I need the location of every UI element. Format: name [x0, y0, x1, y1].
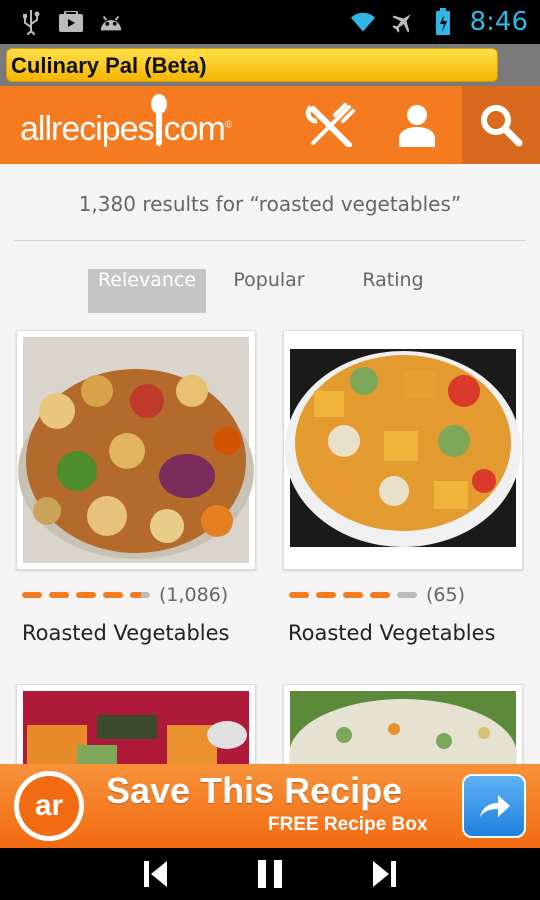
logo-text-left: allrecipes [20, 110, 155, 148]
usb-icon [18, 9, 44, 35]
sort-tabs: Relevance Popular Rating [0, 269, 540, 313]
recipe-card-4[interactable] [283, 684, 523, 764]
recipe-name-1[interactable]: Roasted Vegetables [22, 621, 230, 645]
recipe-card-2[interactable] [283, 330, 523, 570]
star-icon [76, 592, 96, 598]
previous-icon [144, 861, 167, 887]
recipe-photo-4 [289, 691, 517, 764]
app-title-pill: Culinary Pal (Beta) [6, 48, 498, 82]
pause-button[interactable] [252, 856, 288, 892]
divider [14, 240, 526, 241]
user-icon [399, 105, 435, 147]
search-button[interactable] [462, 86, 540, 164]
star-icon [289, 592, 309, 598]
app-title: Culinary Pal (Beta) [11, 53, 207, 78]
tab-popular[interactable]: Popular [216, 269, 322, 313]
pause-icon [258, 860, 282, 888]
star-icon [316, 592, 336, 598]
next-button[interactable] [366, 856, 402, 892]
results-count: 1,380 results for “roasted vegetables” [78, 192, 462, 216]
ad-title: Save This Recipe [106, 770, 403, 811]
rating-count-2: (65) [426, 584, 466, 606]
allrecipes-ar-logo: ar [14, 771, 84, 841]
ad-subtitle: FREE Recipe Box [268, 814, 428, 835]
previous-button[interactable] [138, 856, 174, 892]
profile-button[interactable] [378, 86, 456, 164]
rating-2: (65) [289, 584, 465, 606]
site-header: allrecipes com® [0, 86, 540, 164]
status-bar: 8:46 [0, 0, 540, 44]
rating-count-1: (1,086) [159, 584, 229, 606]
save-recipe-ad[interactable]: ar Save This Recipe FREE Recipe Box [0, 764, 540, 848]
forward-arrow-icon [480, 795, 510, 817]
app-title-bar: Culinary Pal (Beta) [0, 44, 540, 86]
ad-logo-text: ar [19, 776, 79, 836]
battery-icon [430, 8, 456, 35]
spoon-icon [150, 94, 167, 146]
star-icon [103, 592, 123, 598]
wifi-icon [350, 9, 376, 35]
allrecipes-logo[interactable]: allrecipes com® [20, 94, 232, 149]
media-control-bar [0, 848, 540, 900]
utensils-icon [305, 103, 355, 147]
logo-text-right: com [163, 110, 226, 148]
next-icon [373, 861, 396, 887]
logo-mark: ® [224, 119, 232, 131]
recipe-card-3[interactable] [16, 684, 256, 764]
star-icon [22, 592, 42, 598]
recipe-name-2[interactable]: Roasted Vegetables [288, 621, 496, 645]
clock: 8:46 [469, 7, 528, 37]
tab-rating[interactable]: Rating [344, 269, 442, 313]
recipe-card-1[interactable] [16, 330, 256, 570]
recipes-button[interactable] [292, 86, 370, 164]
star-icon [49, 592, 69, 598]
tab-relevance[interactable]: Relevance [88, 269, 206, 313]
star-empty-icon [397, 592, 417, 598]
results-content[interactable]: 1,380 results for “roasted vegetables” R… [0, 164, 540, 764]
recipe-photo-1 [18, 337, 254, 563]
star-icon [370, 592, 390, 598]
star-half-icon [130, 592, 150, 598]
recipe-photo-2 [285, 349, 521, 547]
search-icon [481, 105, 523, 147]
rating-1: (1,086) [22, 584, 228, 606]
star-icon [343, 592, 363, 598]
android-icon [98, 9, 124, 35]
ad-share-button[interactable] [462, 774, 526, 838]
airplane-icon [390, 9, 416, 35]
recipe-photo-3 [23, 691, 249, 764]
play-store-icon [58, 9, 84, 35]
